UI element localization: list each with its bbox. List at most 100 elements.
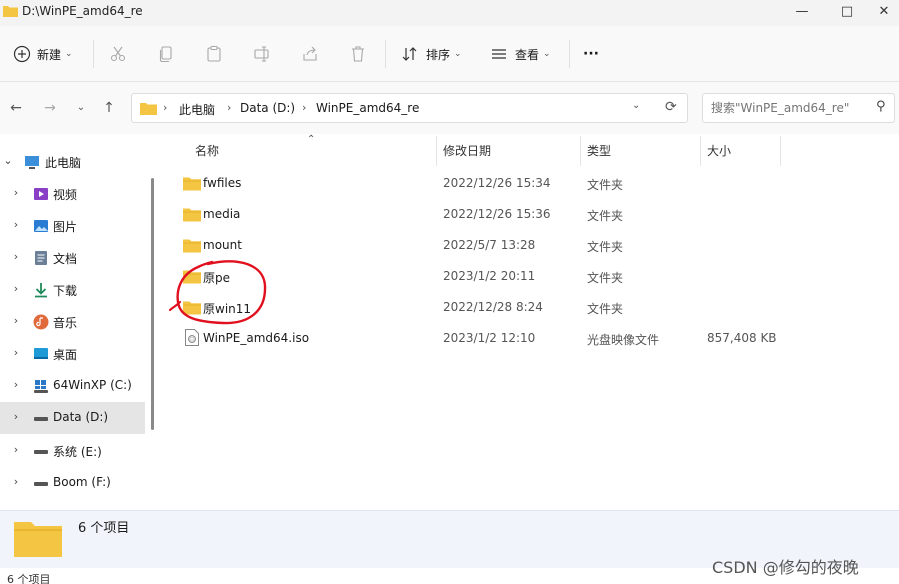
divider bbox=[385, 40, 386, 68]
scrollbar-thumb[interactable] bbox=[151, 178, 154, 430]
sort-button-label: 排序 bbox=[426, 47, 451, 62]
sidebar-item-label: 文档 bbox=[53, 252, 78, 266]
file-row[interactable]: media 2022/12/26 15:36 文件夹 bbox=[174, 199, 794, 230]
column-header-size[interactable]: 大小 bbox=[707, 142, 731, 159]
chevron-right-icon[interactable]: › bbox=[10, 410, 22, 423]
chevron-down-icon: ⌄ bbox=[454, 49, 462, 59]
file-row[interactable]: fwfiles 2022/12/26 15:34 文件夹 bbox=[174, 168, 794, 199]
cut-button[interactable] bbox=[109, 40, 127, 68]
navigation-pane: ⌄ 此电脑 › 视频 › 图片 › 文档 › 下载 › 音乐 › 桌面 › 64… bbox=[0, 134, 160, 510]
recent-locations-chevron-icon[interactable]: ⌄ bbox=[71, 98, 91, 118]
share-button[interactable] bbox=[301, 40, 319, 68]
chevron-right-icon[interactable]: › bbox=[10, 475, 22, 488]
sidebar-item-label: 此电脑 bbox=[45, 156, 82, 170]
delete-button[interactable] bbox=[349, 40, 367, 68]
file-row[interactable]: mount 2022/5/7 13:28 文件夹 bbox=[174, 230, 794, 261]
sidebar-item-downloads[interactable]: › 下载 bbox=[0, 274, 145, 306]
search-box[interactable]: ⚲ bbox=[702, 93, 895, 123]
back-arrow-icon[interactable]: ← bbox=[6, 98, 26, 118]
folder-icon bbox=[183, 208, 201, 222]
sidebar-item-videos[interactable]: › 视频 bbox=[0, 178, 145, 210]
rename-icon bbox=[254, 46, 269, 62]
column-divider[interactable] bbox=[580, 136, 581, 166]
sidebar-item-label: 桌面 bbox=[53, 348, 78, 362]
chevron-right-icon[interactable]: › bbox=[10, 314, 22, 327]
windows-drive-icon bbox=[34, 380, 48, 393]
sidebar-item-drive-f[interactable]: › Boom (F:) bbox=[0, 467, 145, 499]
search-icon[interactable]: ⚲ bbox=[876, 99, 886, 114]
breadcrumb-data-d[interactable]: Data (D:) bbox=[240, 101, 295, 115]
minimize-icon[interactable]: — bbox=[782, 2, 822, 22]
column-header-type[interactable]: 类型 bbox=[587, 142, 611, 159]
sidebar-item-pictures[interactable]: › 图片 bbox=[0, 210, 145, 242]
forward-arrow-icon[interactable]: → bbox=[40, 98, 60, 118]
address-bar[interactable]: › 此电脑 › Data (D:) › WinPE_amd64_re ⌄ ⟳ bbox=[131, 93, 688, 123]
address-history-chevron-icon[interactable]: ⌄ bbox=[632, 100, 640, 111]
documents-icon bbox=[35, 251, 47, 265]
breadcrumb-chevron-icon: › bbox=[227, 101, 232, 114]
file-date: 2022/12/26 15:36 bbox=[443, 207, 551, 221]
refresh-icon[interactable]: ⟳ bbox=[665, 99, 677, 115]
plus-circle-icon bbox=[13, 45, 31, 63]
sidebar-item-drive-d[interactable]: › Data (D:) bbox=[0, 402, 145, 434]
more-button[interactable]: ··· bbox=[583, 40, 599, 68]
chevron-right-icon[interactable]: › bbox=[10, 250, 22, 263]
file-date: 2022/12/26 15:34 bbox=[443, 176, 551, 190]
watermark: CSDN @修勾的夜晚 bbox=[712, 558, 859, 577]
sidebar-item-drive-e[interactable]: › 系统 (E:) bbox=[0, 435, 145, 467]
file-date: 2023/1/2 20:11 bbox=[443, 269, 536, 283]
chevron-right-icon[interactable]: › bbox=[10, 282, 22, 295]
chevron-right-icon[interactable]: › bbox=[10, 218, 22, 231]
column-header-name[interactable]: 名称 bbox=[195, 142, 219, 159]
copy-icon bbox=[159, 46, 172, 63]
drive-icon bbox=[34, 417, 48, 421]
file-type: 文件夹 bbox=[587, 178, 624, 192]
paste-icon bbox=[207, 45, 221, 62]
column-divider[interactable] bbox=[780, 136, 781, 166]
this-pc-icon bbox=[25, 156, 39, 169]
new-button[interactable]: 新建 ⌄ bbox=[13, 40, 73, 68]
sort-button[interactable]: 排序 ⌄ bbox=[401, 40, 462, 68]
rename-button[interactable] bbox=[253, 40, 271, 68]
column-divider[interactable] bbox=[700, 136, 701, 166]
search-input[interactable] bbox=[711, 100, 871, 116]
red-annotation-circle bbox=[168, 260, 267, 325]
close-icon[interactable]: ✕ bbox=[869, 2, 899, 22]
sidebar-item-this-pc[interactable]: ⌄ 此电脑 bbox=[0, 146, 145, 178]
column-divider[interactable] bbox=[436, 136, 437, 166]
chevron-right-icon[interactable]: › bbox=[10, 443, 22, 456]
paste-button[interactable] bbox=[205, 40, 223, 68]
folder-icon bbox=[183, 177, 201, 191]
videos-icon bbox=[34, 188, 48, 200]
sidebar-item-label: 图片 bbox=[53, 220, 78, 234]
sort-ascending-icon: ⌃ bbox=[307, 134, 316, 145]
chevron-right-icon[interactable]: › bbox=[10, 186, 22, 199]
file-date: 2023/1/2 12:10 bbox=[443, 331, 536, 345]
view-button[interactable]: 查看 ⌄ bbox=[490, 40, 551, 68]
chevron-right-icon[interactable]: › bbox=[10, 346, 22, 359]
iso-file-icon bbox=[185, 329, 199, 346]
file-type: 光盘映像文件 bbox=[587, 333, 660, 347]
chevron-down-icon[interactable]: ⌄ bbox=[2, 154, 14, 167]
sidebar-item-documents[interactable]: › 文档 bbox=[0, 242, 145, 274]
file-type: 文件夹 bbox=[587, 271, 624, 285]
sidebar-item-desktop[interactable]: › 桌面 bbox=[0, 338, 145, 370]
file-list: ⌃ 名称 修改日期 类型 大小 fwfiles 2022/12/26 15:34… bbox=[160, 134, 899, 510]
maximize-icon[interactable]: □ bbox=[827, 2, 867, 22]
music-icon bbox=[33, 314, 49, 330]
up-arrow-icon[interactable]: ↑ bbox=[99, 98, 119, 118]
chevron-right-icon[interactable]: › bbox=[10, 378, 22, 391]
sidebar-item-music[interactable]: › 音乐 bbox=[0, 306, 145, 338]
breadcrumb-current-folder[interactable]: WinPE_amd64_re bbox=[316, 101, 419, 115]
copy-button[interactable] bbox=[157, 40, 175, 68]
sort-icon bbox=[402, 47, 417, 61]
breadcrumb-chevron-icon: › bbox=[302, 101, 307, 114]
sidebar-item-label: 下载 bbox=[53, 284, 78, 298]
status-item-count: 6 个项目 bbox=[7, 573, 51, 584]
column-header-date[interactable]: 修改日期 bbox=[443, 142, 491, 159]
breadcrumb-this-pc[interactable]: 此电脑 bbox=[179, 101, 215, 118]
chevron-down-icon: ⌄ bbox=[543, 49, 551, 59]
view-icon bbox=[492, 49, 506, 59]
pictures-icon bbox=[34, 220, 48, 232]
sidebar-item-drive-c[interactable]: › 64WinXP (C:) bbox=[0, 370, 145, 402]
